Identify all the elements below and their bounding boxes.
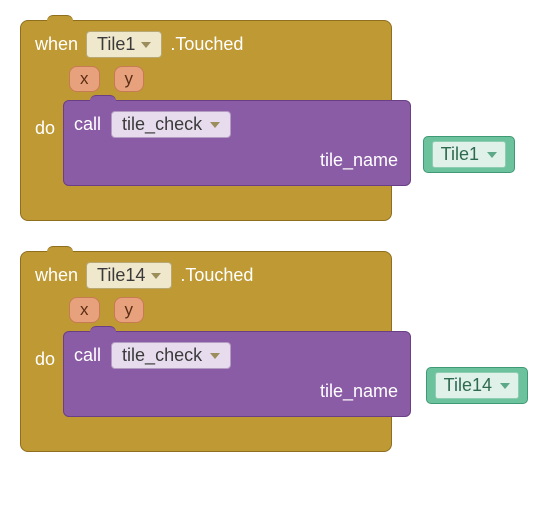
procedure-dropdown[interactable]: tile_check	[111, 342, 231, 369]
when-keyword: when	[35, 265, 78, 286]
chevron-down-icon	[210, 122, 220, 128]
do-row: do call tile_check tile_name	[21, 331, 391, 441]
call-keyword: call	[74, 114, 101, 135]
do-keyword: do	[35, 349, 55, 370]
chevron-down-icon	[141, 42, 151, 48]
event-header: when Tile1 .Touched	[21, 21, 391, 66]
do-keyword: do	[35, 118, 55, 139]
value-dropdown[interactable]: Tile1	[432, 141, 506, 168]
param-x[interactable]: x	[69, 66, 100, 92]
value-dropdown[interactable]: Tile14	[435, 372, 519, 399]
procedure-name: tile_check	[122, 114, 202, 135]
param-y[interactable]: y	[114, 66, 145, 92]
param-x[interactable]: x	[69, 297, 100, 323]
event-name: .Touched	[170, 34, 243, 55]
chevron-down-icon	[487, 152, 497, 158]
do-body: call tile_check tile_name Tile1	[63, 100, 411, 210]
when-keyword: when	[35, 34, 78, 55]
blocks-canvas: when Tile1 .Touched x y do call tile_che…	[20, 20, 529, 452]
param-y[interactable]: y	[114, 297, 145, 323]
arg-label: tile_name	[320, 381, 398, 402]
value-text: Tile14	[444, 375, 492, 396]
call-keyword: call	[74, 345, 101, 366]
value-text: Tile1	[441, 144, 479, 165]
event-block-tile14[interactable]: when Tile14 .Touched x y do call tile_ch…	[20, 251, 392, 452]
component-dropdown[interactable]: Tile1	[86, 31, 162, 58]
arg-label: tile_name	[320, 150, 398, 171]
param-row: x y	[21, 66, 391, 100]
component-name: Tile14	[97, 265, 145, 286]
param-row: x y	[21, 297, 391, 331]
procedure-dropdown[interactable]: tile_check	[111, 111, 231, 138]
call-header: call tile_check	[74, 111, 402, 138]
value-block[interactable]: Tile1	[423, 136, 515, 173]
value-block[interactable]: Tile14	[426, 367, 528, 404]
event-block-tile1[interactable]: when Tile1 .Touched x y do call tile_che…	[20, 20, 392, 221]
call-header: call tile_check	[74, 342, 402, 369]
do-body: call tile_check tile_name Tile14	[63, 331, 411, 441]
arg-row: tile_name	[74, 381, 402, 402]
chevron-down-icon	[151, 273, 161, 279]
call-block[interactable]: call tile_check tile_name Tile1	[63, 100, 411, 186]
do-row: do call tile_check tile_name	[21, 100, 391, 210]
event-name: .Touched	[180, 265, 253, 286]
chevron-down-icon	[210, 353, 220, 359]
component-name: Tile1	[97, 34, 135, 55]
chevron-down-icon	[500, 383, 510, 389]
event-header: when Tile14 .Touched	[21, 252, 391, 297]
procedure-name: tile_check	[122, 345, 202, 366]
arg-row: tile_name	[74, 150, 402, 171]
call-block[interactable]: call tile_check tile_name Tile14	[63, 331, 411, 417]
component-dropdown[interactable]: Tile14	[86, 262, 172, 289]
